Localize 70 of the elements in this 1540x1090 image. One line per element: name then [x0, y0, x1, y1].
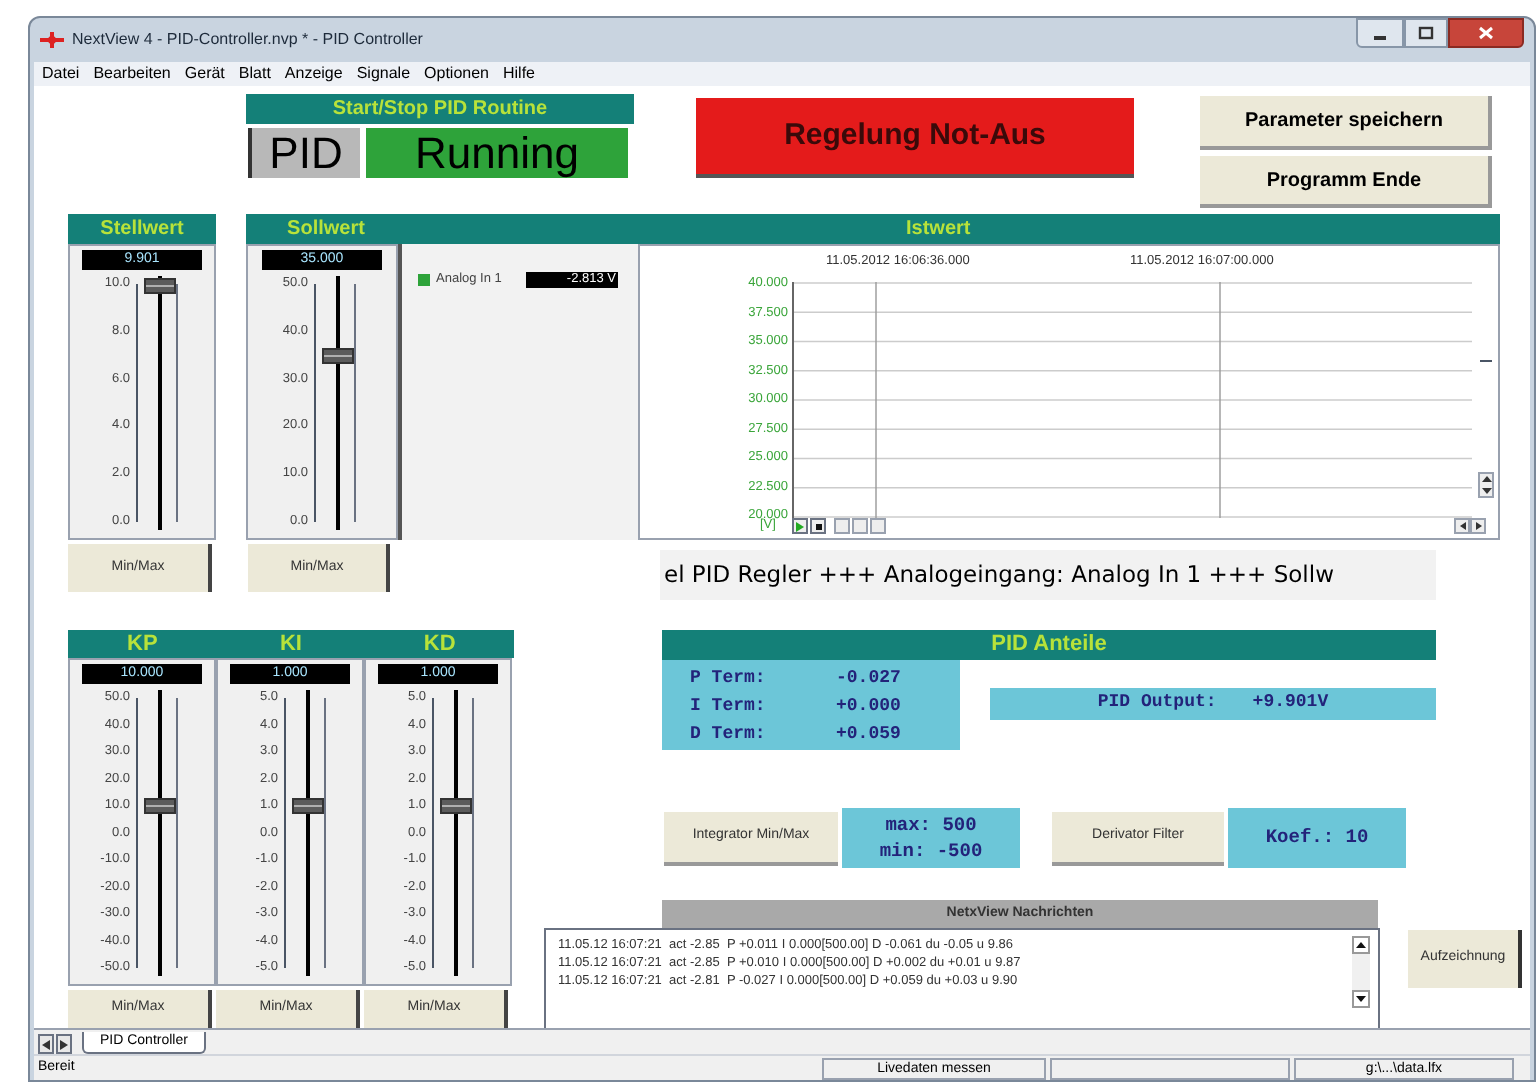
- tab-scroll-right-button[interactable]: [56, 1034, 72, 1054]
- slider-track[interactable]: [440, 690, 472, 976]
- left-arrow-icon: [42, 1039, 50, 1049]
- pid-toggle-button[interactable]: PID: [248, 128, 360, 178]
- status-indicator: Running: [366, 128, 628, 178]
- scrollbar-thumb[interactable]: [1480, 360, 1492, 366]
- play-button[interactable]: [792, 518, 808, 534]
- panel-title: KD: [421, 630, 458, 658]
- menu-item[interactable]: Anzeige: [284, 62, 343, 86]
- menu-item[interactable]: Blatt: [238, 62, 271, 86]
- play-icon: [796, 521, 804, 531]
- term-value: +0.000: [836, 693, 901, 719]
- left-arrow-icon: [1459, 522, 1465, 530]
- output-label: PID Output:: [1097, 690, 1217, 717]
- term-label: P Term:: [690, 665, 768, 691]
- slider-track[interactable]: [292, 690, 324, 976]
- menu-item[interactable]: Optionen: [424, 62, 489, 86]
- panel-title: KI: [277, 630, 304, 658]
- save-button[interactable]: Parameter speichern: [1200, 96, 1492, 150]
- scroll-left-button[interactable]: [1454, 518, 1470, 534]
- term-label: I Term:: [690, 693, 768, 719]
- slider-track[interactable]: [144, 276, 176, 530]
- slider-thumb[interactable]: [292, 798, 324, 814]
- scroll-down-icon[interactable]: [1352, 990, 1370, 1008]
- up-arrow-icon: [1481, 476, 1491, 483]
- menu-item[interactable]: Signale: [356, 62, 411, 86]
- slider-thumb[interactable]: [440, 798, 472, 814]
- ticker-text: el PID Regler +++ Analogeingang: Analog In 1 +++ Sollw: [660, 550, 1436, 600]
- scrollbar[interactable]: [1352, 936, 1370, 1008]
- window-title: NextView 4 - PID-Controller.nvp * - PID Controller: [72, 28, 423, 52]
- panel-header: Start/Stop PID Routine: [246, 94, 634, 124]
- stop-button[interactable]: [810, 518, 826, 534]
- scroll-right-button[interactable]: [1470, 518, 1486, 534]
- menu-item[interactable]: Datei: [42, 62, 80, 86]
- slider-thumb[interactable]: [322, 347, 354, 364]
- right-arrow-icon: [60, 1039, 68, 1049]
- down-arrow-icon: [1481, 487, 1491, 494]
- term-label: D Term:: [690, 721, 768, 747]
- slider-thumb[interactable]: [144, 798, 176, 814]
- slider-thumb[interactable]: [144, 278, 176, 295]
- term-value: -0.027: [836, 665, 901, 691]
- emergency-stop-button[interactable]: Regelung Not-Aus: [696, 98, 1134, 178]
- close-button[interactable]: [1448, 18, 1524, 48]
- spin-button[interactable]: [1478, 472, 1494, 498]
- limit-text: min: -500: [879, 838, 983, 864]
- term-value: +0.059: [836, 721, 901, 747]
- maximize-icon: [1418, 26, 1434, 40]
- panel-header: PID Anteile: [662, 630, 1436, 660]
- slider-track[interactable]: [144, 690, 176, 976]
- panel-header: Stellwert: [68, 214, 216, 244]
- panel-title: Istwert: [906, 216, 971, 244]
- menu-item[interactable]: Hilfe: [503, 62, 536, 86]
- series-swatch-icon: [418, 274, 430, 286]
- menu-item[interactable]: Bearbeiten: [93, 62, 171, 86]
- limit-text: max: 500: [885, 812, 977, 838]
- slider-track[interactable]: [322, 276, 354, 530]
- coefficient-text: Koef.: 10: [1228, 808, 1406, 868]
- exit-button[interactable]: Programm Ende: [1200, 156, 1492, 208]
- close-icon: [1478, 26, 1494, 40]
- stop-icon: [815, 523, 821, 529]
- panel-title: Sollwert: [285, 216, 367, 244]
- output-value: +9.901V: [1252, 690, 1329, 717]
- scroll-up-icon[interactable]: [1352, 936, 1370, 954]
- right-arrow-icon: [1475, 522, 1481, 530]
- tab-scroll-left-button[interactable]: [38, 1034, 54, 1054]
- minimize-button[interactable]: [1356, 18, 1404, 48]
- app-logo-icon: [40, 32, 64, 48]
- menu-item[interactable]: Gerät: [184, 62, 225, 86]
- maximize-button[interactable]: [1404, 18, 1448, 48]
- panel-title: KP: [125, 630, 160, 658]
